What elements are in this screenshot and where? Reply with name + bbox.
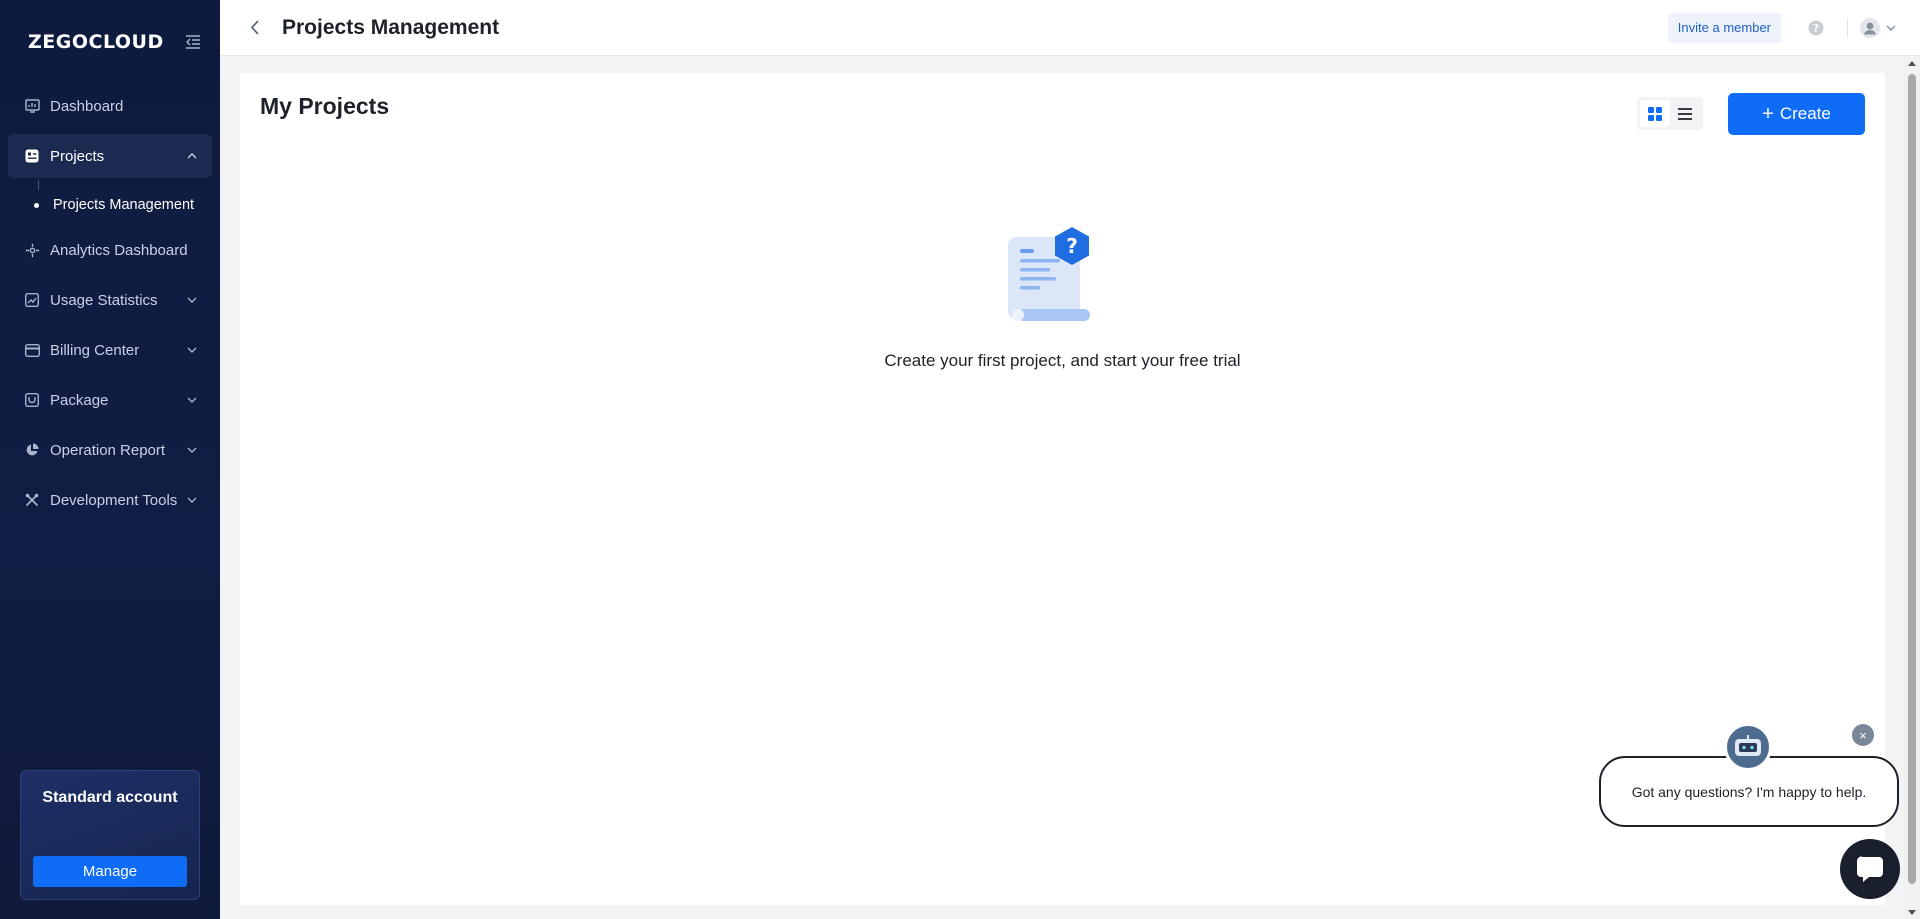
sidebar-subitem-projects-management[interactable]: Projects Management bbox=[8, 190, 212, 220]
chevron-down-icon bbox=[1886, 25, 1896, 31]
chevron-down-icon bbox=[186, 444, 198, 456]
user-menu[interactable] bbox=[1860, 17, 1896, 38]
manage-button[interactable]: Manage bbox=[33, 856, 187, 887]
sidebar-item-label: Usage Statistics bbox=[50, 291, 158, 309]
sidebar-item-development-tools[interactable]: Development Tools bbox=[8, 478, 212, 522]
submenu-guide-line bbox=[38, 180, 39, 190]
chevron-down-icon bbox=[186, 294, 198, 306]
help-icon[interactable]: ? bbox=[1807, 19, 1825, 37]
sidebar-item-label: Dashboard bbox=[50, 97, 124, 115]
chat-icon bbox=[1857, 856, 1883, 882]
chat-launcher-button[interactable] bbox=[1840, 839, 1900, 899]
page-scrollbar[interactable] bbox=[1904, 56, 1920, 919]
scroll-down-arrow-icon[interactable] bbox=[1907, 907, 1917, 917]
logo-row: ZEGOCLOUD bbox=[0, 0, 220, 84]
scroll-up-arrow-icon[interactable] bbox=[1907, 58, 1917, 68]
sidebar-item-analytics-dashboard[interactable]: Analytics Dashboard bbox=[8, 228, 212, 272]
close-chat-icon[interactable]: × bbox=[1852, 724, 1874, 746]
top-header: Projects Management Invite a member ? bbox=[220, 0, 1920, 56]
sidebar-item-package[interactable]: Package bbox=[8, 378, 212, 422]
sidebar-item-label: Development Tools bbox=[50, 491, 178, 509]
sidebar-item-billing-center[interactable]: Billing Center bbox=[8, 328, 212, 372]
page-title: Projects Management bbox=[282, 15, 500, 39]
usage-icon bbox=[24, 292, 40, 308]
chevron-down-icon bbox=[186, 394, 198, 406]
sidebar-item-label: Package bbox=[50, 391, 109, 409]
zegocloud-logo[interactable]: ZEGOCLOUD bbox=[28, 31, 164, 53]
analytics-icon bbox=[24, 242, 40, 258]
avatar-icon bbox=[1860, 17, 1880, 38]
sidebar-item-projects[interactable]: Projects bbox=[8, 134, 212, 178]
sidebar-item-operation-report[interactable]: Operation Report bbox=[8, 428, 212, 472]
dashboard-icon bbox=[24, 98, 40, 114]
package-icon bbox=[24, 392, 40, 408]
back-arrow-icon[interactable] bbox=[244, 18, 264, 38]
plus-icon: + bbox=[1762, 103, 1774, 125]
report-icon bbox=[24, 442, 40, 458]
sidebar: ZEGOCLOUD Dashboard Projects Projects Ma… bbox=[0, 0, 220, 919]
sidebar-subitem-label: Projects Management bbox=[53, 197, 195, 213]
sidebar-item-label: Operation Report bbox=[50, 441, 166, 459]
list-view-icon[interactable] bbox=[1670, 100, 1700, 127]
chevron-down-icon bbox=[186, 494, 198, 506]
empty-state-illustration: ? bbox=[1008, 227, 1090, 321]
sidebar-nav: Dashboard Projects Projects Management A… bbox=[0, 84, 220, 522]
invite-member-button[interactable]: Invite a member bbox=[1667, 12, 1781, 43]
collapse-sidebar-icon[interactable] bbox=[184, 33, 202, 51]
scrollbar-thumb[interactable] bbox=[1908, 74, 1916, 884]
chevron-down-icon bbox=[186, 344, 198, 356]
chevron-up-icon bbox=[186, 150, 198, 162]
create-label: Create bbox=[1779, 104, 1831, 123]
chat-bot-avatar bbox=[1724, 723, 1772, 771]
active-dot bbox=[34, 202, 39, 208]
sidebar-item-usage-statistics[interactable]: Usage Statistics bbox=[8, 278, 212, 322]
section-title: My Projects bbox=[260, 93, 390, 119]
projects-icon bbox=[24, 148, 40, 164]
tools-icon bbox=[24, 492, 40, 508]
account-title: Standard account bbox=[42, 789, 178, 806]
svg-text:?: ? bbox=[1813, 22, 1819, 35]
sidebar-item-label: Analytics Dashboard bbox=[50, 241, 188, 259]
header-divider bbox=[1847, 17, 1848, 38]
view-toggle bbox=[1637, 97, 1703, 130]
sidebar-item-dashboard[interactable]: Dashboard bbox=[8, 84, 212, 128]
sidebar-item-label: Billing Center bbox=[50, 341, 140, 359]
svg-text:?: ? bbox=[1066, 234, 1078, 258]
sidebar-item-label: Projects bbox=[50, 147, 105, 165]
chat-greeting-text: Got any questions? I'm happy to help. bbox=[1631, 783, 1867, 800]
empty-state-text: Create your first project, and start you… bbox=[884, 351, 1241, 370]
account-card: Standard account Manage bbox=[20, 770, 200, 900]
create-project-button[interactable]: + Create bbox=[1728, 93, 1865, 135]
billing-icon bbox=[24, 342, 40, 358]
grid-view-icon[interactable] bbox=[1640, 100, 1670, 127]
